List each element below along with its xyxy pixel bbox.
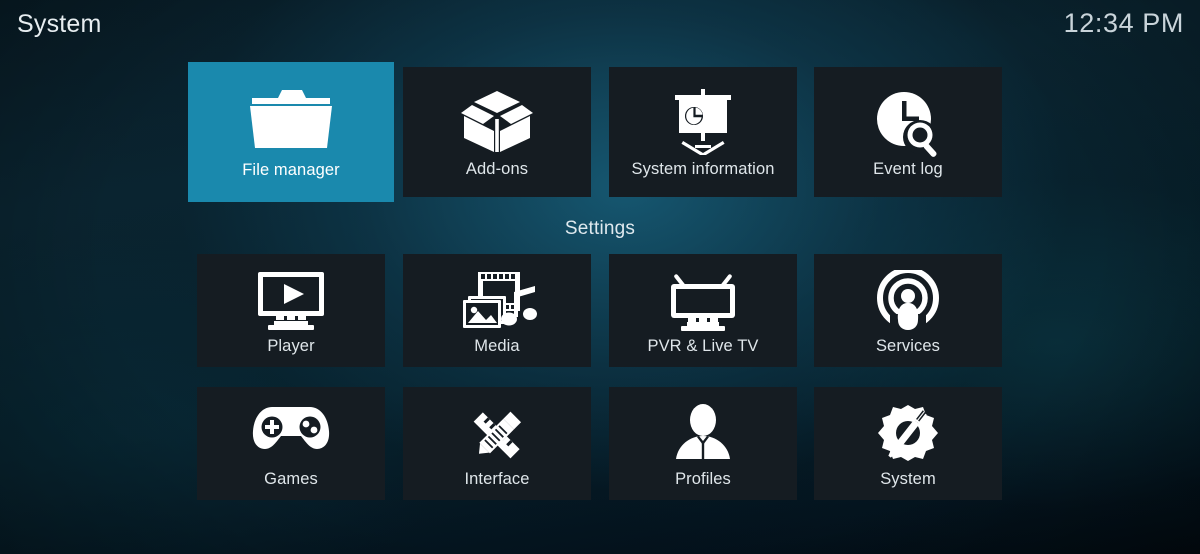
tile-label: PVR & Live TV: [647, 337, 759, 355]
tile-games[interactable]: Games: [197, 387, 385, 500]
page-title: System: [17, 10, 102, 38]
gamepad-icon: [250, 403, 332, 455]
tile-label: Interface: [464, 470, 530, 488]
tile-interface[interactable]: Interface: [403, 387, 591, 500]
gear-wrench-icon: [875, 403, 941, 465]
open-box-icon: [458, 89, 536, 155]
tile-label: Services: [875, 337, 941, 355]
tile-services[interactable]: Services: [814, 254, 1002, 367]
presentation-icon: [667, 89, 739, 155]
broadcast-icon: [876, 270, 940, 332]
clock-search-icon: [872, 89, 944, 159]
tile-profiles[interactable]: Profiles: [609, 387, 797, 500]
monitor-play-icon: [252, 270, 330, 332]
tile-file-manager[interactable]: File manager: [188, 62, 394, 202]
tile-player[interactable]: Player: [197, 254, 385, 367]
tv-antenna-icon: [663, 270, 743, 334]
person-bust-icon: [670, 403, 736, 463]
tile-label: System: [880, 470, 936, 488]
tile-label: Player: [267, 337, 315, 355]
folder-icon: [248, 84, 334, 154]
tile-system[interactable]: System: [814, 387, 1002, 500]
tile-label: Add-ons: [465, 160, 529, 178]
pencil-ruler-icon: [463, 403, 531, 467]
tile-event-log[interactable]: Event log: [814, 67, 1002, 197]
media-stack-icon: [456, 270, 538, 334]
tile-pvr-live-tv[interactable]: PVR & Live TV: [609, 254, 797, 367]
kodi-system-screen: System 12:34 PM File manager Add-ons Sys…: [0, 0, 1200, 554]
tile-label: Games: [264, 470, 318, 488]
tile-label: Media: [474, 337, 520, 355]
tile-system-information[interactable]: System information: [609, 67, 797, 197]
tile-label: System information: [631, 160, 775, 178]
section-label-settings: Settings: [564, 218, 636, 239]
clock: 12:34 PM: [1063, 8, 1184, 38]
tile-media[interactable]: Media: [403, 254, 591, 367]
tile-label: Event log: [873, 160, 943, 178]
tile-label: Profiles: [675, 470, 731, 488]
tile-add-ons[interactable]: Add-ons: [403, 67, 591, 197]
top-bar: System 12:34 PM: [0, 0, 1200, 52]
tile-label: File manager: [242, 161, 340, 179]
